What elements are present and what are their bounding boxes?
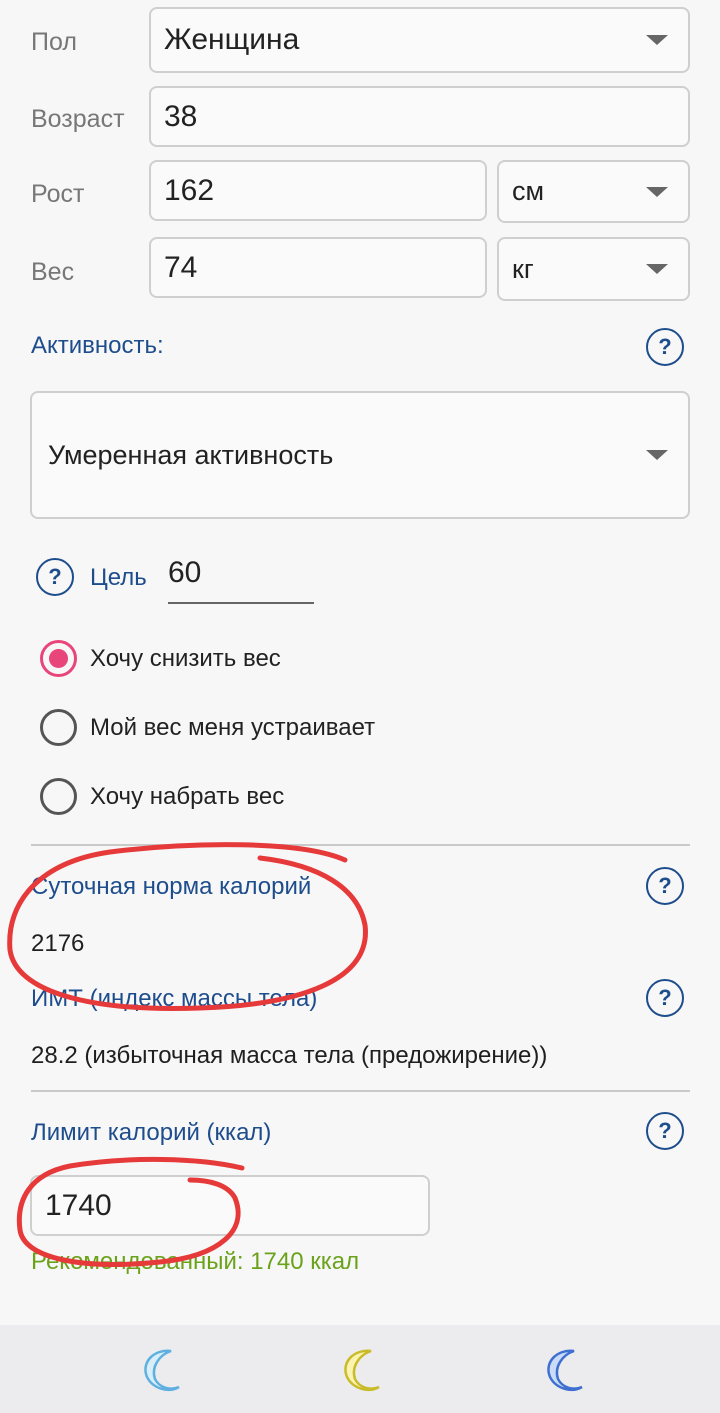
daily-norm-label: Суточная норма калорий [31,873,312,900]
height-value: 162 [164,173,215,207]
chevron-down-icon [646,186,668,197]
calorie-limit-value: 1740 [45,1188,112,1222]
age-label: Возраст [31,105,125,133]
height-unit: см [512,176,545,206]
activity-value: Умеренная активность [48,439,334,470]
goal-weight-input[interactable]: 60 [168,556,314,604]
gender-label: Пол [31,28,77,56]
activity-select[interactable]: Умеренная активность [30,391,690,519]
daily-norm-help-icon[interactable]: ? [646,867,684,905]
radio-keep-weight[interactable]: Мой вес меня устраивает [40,709,375,746]
weight-unit-select[interactable]: кг [497,237,690,301]
bmi-help-icon[interactable]: ? [646,979,684,1017]
moon-blue-icon[interactable] [544,1347,590,1393]
gender-select[interactable]: Женщина [149,7,690,73]
bmi-value: 28.2 (избыточная масса тела (предожирени… [31,1042,548,1069]
goal-label: Цель [90,564,147,591]
daily-norm-value: 2176 [31,930,85,957]
age-value: 38 [164,99,198,133]
radio-gain-weight-label: Хочу набрать вес [90,782,285,810]
weight-label: Вес [31,258,75,286]
activity-label: Активность: [31,332,164,359]
divider [31,844,690,846]
gender-value: Женщина [164,23,300,56]
calorie-limit-input[interactable]: 1740 [30,1175,430,1236]
height-label: Рост [31,180,85,208]
height-input[interactable]: 162 [149,160,487,221]
goal-help-icon[interactable]: ? [36,558,74,596]
moon-light-blue-icon[interactable] [141,1347,187,1393]
radio-gain-weight[interactable]: Хочу набрать вес [40,778,284,815]
chevron-down-icon [646,450,668,460]
radio-lose-weight-label: Хочу снизить вес [90,644,281,672]
bottom-nav [0,1325,720,1413]
radio-unselected-icon [40,778,77,815]
activity-help-icon[interactable]: ? [646,328,684,366]
calorie-limit-help-icon[interactable]: ? [646,1112,684,1150]
moon-yellow-icon[interactable] [341,1347,387,1393]
chevron-down-icon [646,35,668,45]
radio-unselected-icon [40,709,77,746]
height-unit-select[interactable]: см [497,160,690,223]
radio-lose-weight[interactable]: Хочу снизить вес [40,640,281,677]
recommended-text: Рекомендованный: 1740 ккал [31,1248,360,1275]
bmi-label: ИМТ (индекс массы тела) [31,985,318,1012]
divider [31,1090,690,1092]
weight-input[interactable]: 74 [149,237,487,298]
weight-value: 74 [164,250,198,284]
weight-unit: кг [512,253,534,284]
chevron-down-icon [646,264,668,274]
radio-selected-icon [40,640,77,677]
age-input[interactable]: 38 [149,86,690,147]
goal-weight-value: 60 [168,556,202,589]
radio-keep-weight-label: Мой вес меня устраивает [90,713,376,741]
calorie-limit-label: Лимит калорий (ккал) [31,1119,272,1146]
